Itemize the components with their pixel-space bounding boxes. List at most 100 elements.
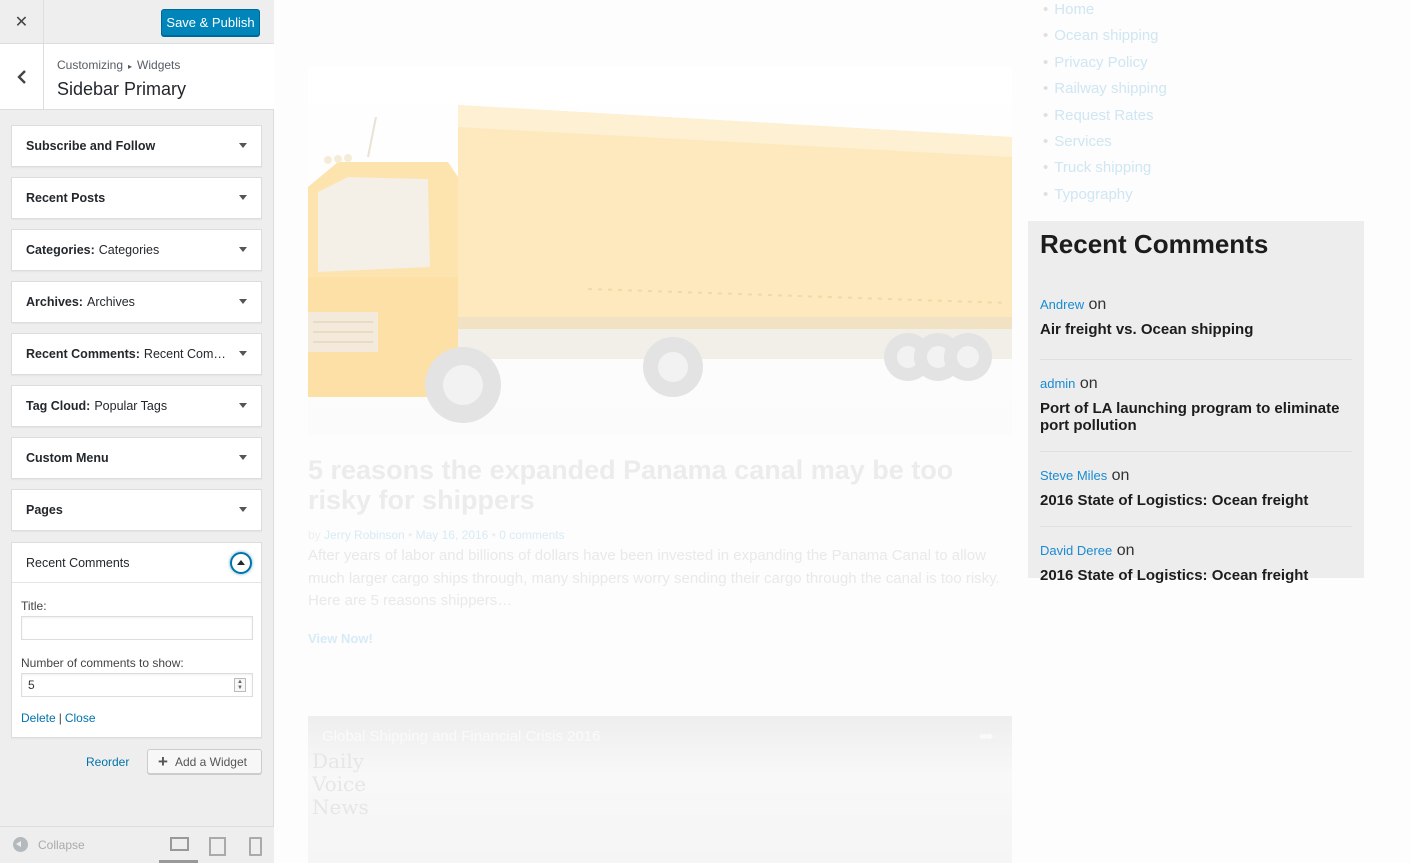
page-link[interactable]: Ocean shipping bbox=[1043, 23, 1167, 49]
chevron-down-icon[interactable] bbox=[239, 507, 247, 512]
collapse-icon[interactable] bbox=[13, 837, 28, 852]
comment-author[interactable]: David Deree bbox=[1040, 543, 1112, 558]
recent-comments-heading: Recent Comments bbox=[1040, 229, 1269, 259]
widget-actions: Delete | Close bbox=[21, 711, 252, 725]
post-author[interactable]: Jerry Robinson bbox=[324, 528, 405, 542]
post-excerpt: After years of labor and billions of dol… bbox=[308, 547, 1000, 609]
page-link[interactable]: Home bbox=[1043, 0, 1167, 23]
share-icon[interactable]: ➦ bbox=[979, 726, 994, 747]
widget-name: Pages bbox=[26, 503, 63, 517]
post-meta: by Jerry Robinson • May 16, 2016 • 0 com… bbox=[308, 528, 565, 542]
widget-categories[interactable]: Categories: Categories bbox=[11, 229, 262, 271]
post-comments[interactable]: 0 comments bbox=[499, 528, 564, 542]
reorder-link[interactable]: Reorder bbox=[86, 755, 129, 769]
post-by: by bbox=[308, 528, 321, 542]
chevron-down-icon[interactable] bbox=[239, 351, 247, 356]
read-more-link[interactable]: View Now! bbox=[308, 631, 373, 646]
widget-name: Subscribe and Follow bbox=[26, 139, 156, 153]
truck-image bbox=[308, 105, 1012, 423]
page-link[interactable]: Railway shipping bbox=[1043, 76, 1167, 102]
widget-name: Categories: bbox=[26, 243, 95, 257]
breadcrumb-child: Widgets bbox=[137, 58, 181, 72]
widget-recent-posts[interactable]: Recent Posts bbox=[11, 177, 262, 219]
comment-item: Steve Miles on 2016 State of Logistics: … bbox=[1040, 452, 1352, 527]
comment-on: on bbox=[1079, 375, 1098, 392]
count-value: 5 bbox=[28, 678, 35, 692]
video-embed[interactable]: Global Shipping and Financial Crisis 201… bbox=[308, 716, 1012, 863]
post-featured-image[interactable] bbox=[308, 67, 1012, 435]
comment-item: admin on Port of LA launching program to… bbox=[1040, 360, 1352, 452]
chevron-down-icon[interactable] bbox=[239, 247, 247, 252]
comment-post-link[interactable]: Port of LA launching program to eliminat… bbox=[1040, 400, 1352, 434]
desktop-preview-icon[interactable] bbox=[169, 836, 189, 854]
chevron-down-icon[interactable] bbox=[239, 143, 247, 148]
recent-comments-widget: Recent Comments Andrew on Air freight vs… bbox=[1028, 221, 1364, 584]
mobile-preview-icon[interactable] bbox=[249, 836, 262, 856]
spinner-icon[interactable]: ▲ ▼ bbox=[234, 678, 246, 692]
comment-post-link[interactable]: 2016 State of Logistics: Ocean freight bbox=[1040, 567, 1352, 584]
action-separator: | bbox=[58, 711, 62, 725]
widget-recent-comments-expanded: Recent Comments Title: Number of comment… bbox=[11, 542, 262, 738]
comment-item: Andrew on Air freight vs. Ocean shipping bbox=[1040, 285, 1352, 360]
customizer-footer: Collapse bbox=[0, 826, 274, 863]
chevron-down-icon[interactable] bbox=[239, 403, 247, 408]
page-link[interactable]: Services bbox=[1043, 129, 1167, 155]
video-title[interactable]: Global Shipping and Financial Crisis 201… bbox=[322, 728, 601, 745]
breadcrumb-separator-icon: ▸ bbox=[128, 62, 133, 71]
comment-author[interactable]: Andrew bbox=[1040, 297, 1084, 312]
widget-name: Archives: bbox=[26, 295, 83, 309]
close-icon: ✕ bbox=[14, 14, 29, 31]
close-link[interactable]: Close bbox=[65, 711, 96, 725]
title-label: Title: bbox=[21, 599, 47, 613]
brand-line: News bbox=[312, 795, 369, 819]
tablet-preview-icon[interactable] bbox=[209, 836, 226, 856]
widget-pages[interactable]: Pages bbox=[11, 489, 262, 531]
page-link[interactable]: Typography bbox=[1043, 182, 1167, 208]
post-title[interactable]: 5 reasons the expanded Panama canal may … bbox=[308, 455, 1018, 515]
customizer-header: ✕ Save & Publish bbox=[0, 0, 274, 44]
pages-list: Home Ocean shipping Privacy Policy Railw… bbox=[1043, 0, 1167, 208]
widget-recent-comments-collapsed[interactable]: Recent Comments: Recent Com… bbox=[11, 333, 262, 375]
chevron-down-icon[interactable] bbox=[239, 195, 247, 200]
comment-on: on bbox=[1116, 542, 1135, 559]
widget-subscribe-follow[interactable]: Subscribe and Follow bbox=[11, 125, 262, 167]
widget-tag-cloud[interactable]: Tag Cloud: Popular Tags bbox=[11, 385, 262, 427]
widget-name: Tag Cloud: bbox=[26, 399, 91, 413]
page-link[interactable]: Truck shipping bbox=[1043, 155, 1167, 181]
collapse-label[interactable]: Collapse bbox=[38, 838, 85, 852]
chevron-down-icon[interactable] bbox=[239, 299, 247, 304]
widget-header[interactable]: Recent Comments bbox=[12, 543, 261, 583]
breadcrumb: Customizing ▸ Widgets bbox=[57, 58, 180, 72]
chevron-down-icon[interactable] bbox=[239, 455, 247, 460]
widget-name: Recent Comments: bbox=[26, 347, 140, 361]
chevron-up-icon[interactable] bbox=[230, 552, 252, 574]
section-title-bar: Customizing ▸ Widgets Sidebar Primary bbox=[0, 44, 274, 110]
comment-author[interactable]: Steve Miles bbox=[1040, 468, 1107, 483]
widget-custom-menu[interactable]: Custom Menu bbox=[11, 437, 262, 479]
site-preview: Home Ocean shipping Privacy Policy Railw… bbox=[275, 0, 1411, 863]
comment-author[interactable]: admin bbox=[1040, 376, 1075, 391]
widget-name: Recent Posts bbox=[26, 191, 106, 205]
page-link[interactable]: Privacy Policy bbox=[1043, 50, 1167, 76]
back-button[interactable] bbox=[0, 44, 44, 110]
page-link[interactable]: Request Rates bbox=[1043, 103, 1167, 129]
delete-link[interactable]: Delete bbox=[21, 711, 56, 725]
add-widget-button[interactable]: + Add a Widget bbox=[147, 749, 262, 774]
count-stepper[interactable]: 5 ▲ ▼ bbox=[21, 673, 253, 697]
widget-subtitle: Categories bbox=[98, 243, 160, 257]
meta-dot-icon: • bbox=[408, 528, 416, 542]
comment-on: on bbox=[1111, 467, 1130, 484]
title-input[interactable] bbox=[21, 616, 253, 640]
close-customizer-button[interactable]: ✕ bbox=[0, 0, 44, 44]
chevron-left-icon bbox=[16, 70, 26, 84]
add-widget-label: Add a Widget bbox=[174, 754, 247, 769]
comment-post-link[interactable]: 2016 State of Logistics: Ocean freight bbox=[1040, 492, 1352, 509]
widget-archives[interactable]: Archives: Archives bbox=[11, 281, 262, 323]
post-date[interactable]: May 16, 2016 bbox=[416, 528, 489, 542]
save-publish-button[interactable]: Save & Publish bbox=[161, 9, 260, 36]
customizer-panel: ✕ Save & Publish Customizing ▸ Widgets Sid… bbox=[0, 0, 274, 863]
comment-post-link[interactable]: Air freight vs. Ocean shipping bbox=[1040, 321, 1352, 338]
count-label: Number of comments to show: bbox=[21, 656, 184, 670]
widget-subtitle: Archives bbox=[86, 295, 135, 309]
widget-name: Custom Menu bbox=[26, 451, 109, 465]
